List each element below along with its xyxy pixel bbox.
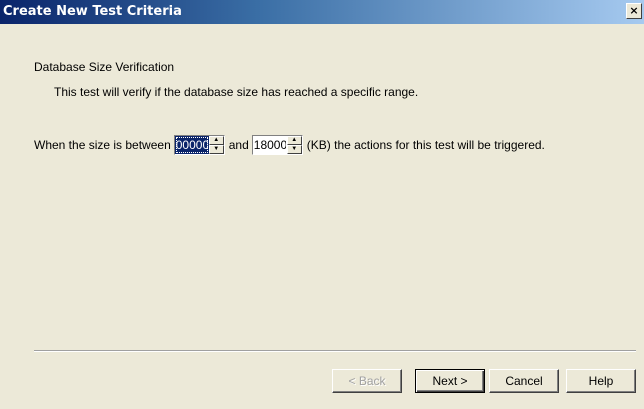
- spin-down-icon: ▼: [213, 146, 220, 152]
- close-button[interactable]: ×: [626, 3, 642, 19]
- max-size-spinner: ▲ ▼: [251, 135, 303, 155]
- max-size-increment-button[interactable]: ▲: [286, 136, 302, 145]
- spin-up-icon: ▲: [291, 137, 298, 143]
- max-size-spin-buttons: ▲ ▼: [286, 136, 302, 154]
- create-test-criteria-dialog: Create New Test Criteria × Database Size…: [0, 0, 644, 409]
- size-criteria-row: When the size is between ▲ ▼ and ▲ ▼: [34, 134, 545, 156]
- close-icon: ×: [629, 4, 639, 17]
- min-size-decrement-button[interactable]: ▼: [208, 145, 224, 154]
- min-size-spin-buttons: ▲ ▼: [208, 136, 224, 154]
- next-button[interactable]: Next >: [415, 369, 485, 393]
- criteria-conjunction-label: and: [228, 138, 249, 152]
- spin-down-icon: ▼: [291, 146, 298, 152]
- criteria-prefix-label: When the size is between: [34, 138, 171, 152]
- max-size-input[interactable]: [252, 136, 287, 154]
- test-description: This test will verify if the database si…: [54, 85, 419, 99]
- button-separator: [34, 350, 636, 352]
- title-bar[interactable]: Create New Test Criteria ×: [0, 0, 644, 24]
- cancel-button[interactable]: Cancel: [489, 369, 559, 393]
- window-title: Create New Test Criteria: [3, 4, 182, 19]
- min-size-increment-button[interactable]: ▲: [208, 136, 224, 145]
- spin-up-icon: ▲: [213, 137, 220, 143]
- min-size-input[interactable]: [174, 136, 209, 154]
- max-size-decrement-button[interactable]: ▼: [286, 145, 302, 154]
- help-button[interactable]: Help: [566, 369, 636, 393]
- back-button[interactable]: < Back: [332, 369, 402, 393]
- test-heading: Database Size Verification: [34, 60, 175, 74]
- min-size-spinner: ▲ ▼: [173, 135, 225, 155]
- criteria-suffix-label: (KB) the actions for this test will be t…: [306, 138, 545, 152]
